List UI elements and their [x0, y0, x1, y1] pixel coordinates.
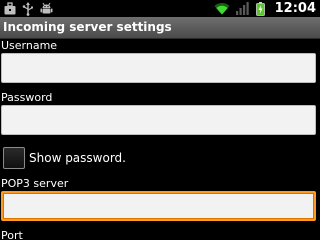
password-field[interactable]: [1, 105, 316, 135]
pop3-server-field[interactable]: [1, 191, 316, 221]
show-password-checkbox[interactable]: [3, 147, 25, 169]
signal-icon: [235, 2, 250, 15]
android-debug-icon: [40, 2, 53, 15]
battery-charging-icon: [255, 1, 265, 16]
system-icons: 12:04: [214, 0, 316, 17]
status-bar: 12:04: [0, 0, 320, 17]
password-label: Password: [1, 91, 53, 104]
title-bar: Incoming server settings: [0, 17, 320, 39]
pop3-server-label: POP3 server: [1, 177, 69, 190]
page-title: Incoming server settings: [3, 20, 172, 34]
notification-icons: [4, 1, 53, 16]
status-clock: 12:04: [274, 1, 316, 16]
username-field[interactable]: [1, 53, 316, 83]
username-label: Username: [1, 39, 58, 52]
briefcase-icon: [4, 2, 16, 15]
show-password-label[interactable]: Show password.: [29, 151, 126, 165]
port-label: Port: [1, 229, 23, 240]
screen: 12:04 Incoming server settings Username …: [0, 0, 320, 240]
usb-icon: [22, 1, 34, 16]
wifi-icon: [214, 2, 230, 15]
show-password-row[interactable]: Show password.: [3, 146, 126, 170]
